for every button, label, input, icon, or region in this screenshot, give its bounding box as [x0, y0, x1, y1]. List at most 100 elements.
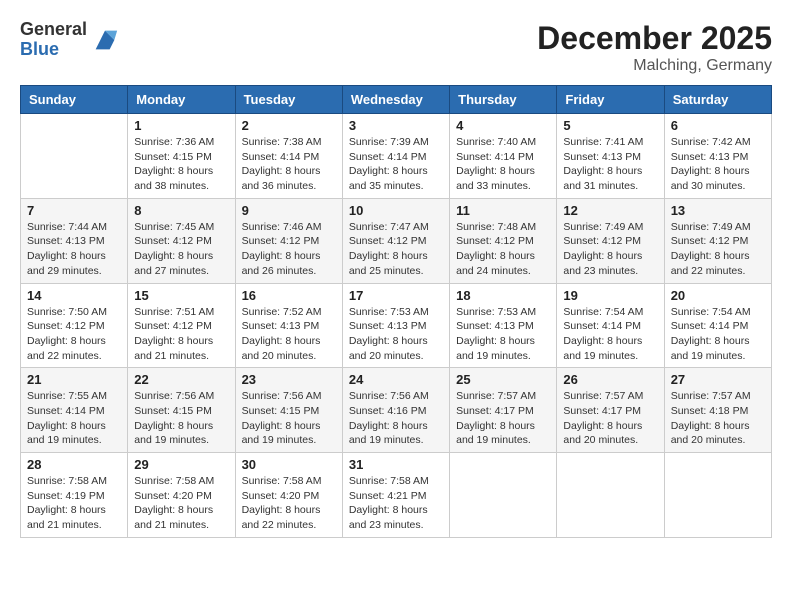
day-info: Sunrise: 7:49 AM Sunset: 4:12 PM Dayligh…: [671, 220, 765, 279]
calendar-cell: [450, 453, 557, 538]
page-header: General Blue December 2025 Malching, Ger…: [20, 20, 772, 75]
month-title: December 2025: [537, 20, 772, 57]
calendar-cell: 25 Sunrise: 7:57 AM Sunset: 4:17 PM Dayli…: [450, 368, 557, 453]
day-number: 22: [134, 372, 228, 387]
weekday-header-thursday: Thursday: [450, 86, 557, 114]
day-info: Sunrise: 7:58 AM Sunset: 4:20 PM Dayligh…: [242, 474, 336, 533]
calendar-cell: 10Sunrise: 7:47 AM Sunset: 4:12 PM Dayli…: [342, 198, 449, 283]
calendar-week-1: 1 Sunrise: 7:36 AM Sunset: 4:15 PM Daylig…: [21, 114, 772, 199]
weekday-header-wednesday: Wednesday: [342, 86, 449, 114]
calendar-cell: 31 Sunrise: 7:58 AM Sunset: 4:21 PM Dayli…: [342, 453, 449, 538]
logo-general: General: [20, 20, 87, 40]
weekday-header-tuesday: Tuesday: [235, 86, 342, 114]
calendar-week-3: 14 Sunrise: 7:50 AM Sunset: 4:12 PM Dayli…: [21, 283, 772, 368]
calendar-cell: 23Sunrise: 7:56 AM Sunset: 4:15 PM Dayli…: [235, 368, 342, 453]
weekday-header-friday: Friday: [557, 86, 664, 114]
day-info: Sunrise: 7:47 AM Sunset: 4:12 PM Dayligh…: [349, 220, 443, 279]
day-info: Sunrise: 7:49 AM Sunset: 4:12 PM Dayligh…: [563, 220, 657, 279]
calendar-cell: 17 Sunrise: 7:53 AM Sunset: 4:13 PM Dayli…: [342, 283, 449, 368]
day-info: Sunrise: 7:56 AM Sunset: 4:16 PM Dayligh…: [349, 389, 443, 448]
day-number: 11: [456, 203, 550, 218]
day-info: Sunrise: 7:39 AM Sunset: 4:14 PM Dayligh…: [349, 135, 443, 194]
calendar-cell: [557, 453, 664, 538]
day-info: Sunrise: 7:54 AM Sunset: 4:14 PM Dayligh…: [563, 305, 657, 364]
day-number: 9: [242, 203, 336, 218]
day-info: Sunrise: 7:54 AM Sunset: 4:14 PM Dayligh…: [671, 305, 765, 364]
day-number: 7: [27, 203, 121, 218]
calendar-cell: 2Sunrise: 7:38 AM Sunset: 4:14 PM Daylig…: [235, 114, 342, 199]
calendar-cell: 26Sunrise: 7:57 AM Sunset: 4:17 PM Dayli…: [557, 368, 664, 453]
day-info: Sunrise: 7:42 AM Sunset: 4:13 PM Dayligh…: [671, 135, 765, 194]
weekday-header-monday: Monday: [128, 86, 235, 114]
calendar-cell: 28 Sunrise: 7:58 AM Sunset: 4:19 PM Dayli…: [21, 453, 128, 538]
day-number: 27: [671, 372, 765, 387]
calendar-cell: 11Sunrise: 7:48 AM Sunset: 4:12 PM Dayli…: [450, 198, 557, 283]
calendar-cell: 13 Sunrise: 7:49 AM Sunset: 4:12 PM Dayli…: [664, 198, 771, 283]
day-info: Sunrise: 7:38 AM Sunset: 4:14 PM Dayligh…: [242, 135, 336, 194]
day-info: Sunrise: 7:58 AM Sunset: 4:20 PM Dayligh…: [134, 474, 228, 533]
logo-blue: Blue: [20, 40, 87, 60]
day-info: Sunrise: 7:58 AM Sunset: 4:19 PM Dayligh…: [27, 474, 121, 533]
calendar-cell: 9 Sunrise: 7:46 AM Sunset: 4:12 PM Daylig…: [235, 198, 342, 283]
calendar-week-4: 21Sunrise: 7:55 AM Sunset: 4:14 PM Dayli…: [21, 368, 772, 453]
day-info: Sunrise: 7:58 AM Sunset: 4:21 PM Dayligh…: [349, 474, 443, 533]
day-info: Sunrise: 7:57 AM Sunset: 4:18 PM Dayligh…: [671, 389, 765, 448]
logo-icon: [91, 26, 119, 54]
day-info: Sunrise: 7:53 AM Sunset: 4:13 PM Dayligh…: [349, 305, 443, 364]
day-number: 13: [671, 203, 765, 218]
day-info: Sunrise: 7:36 AM Sunset: 4:15 PM Dayligh…: [134, 135, 228, 194]
calendar-cell: 14 Sunrise: 7:50 AM Sunset: 4:12 PM Dayli…: [21, 283, 128, 368]
day-info: Sunrise: 7:44 AM Sunset: 4:13 PM Dayligh…: [27, 220, 121, 279]
day-number: 1: [134, 118, 228, 133]
calendar-cell: 24Sunrise: 7:56 AM Sunset: 4:16 PM Dayli…: [342, 368, 449, 453]
calendar-cell: 12Sunrise: 7:49 AM Sunset: 4:12 PM Dayli…: [557, 198, 664, 283]
calendar-cell: 18 Sunrise: 7:53 AM Sunset: 4:13 PM Dayli…: [450, 283, 557, 368]
calendar-header-row: SundayMondayTuesdayWednesdayThursdayFrid…: [21, 86, 772, 114]
calendar-cell: 5 Sunrise: 7:41 AM Sunset: 4:13 PM Daylig…: [557, 114, 664, 199]
day-info: Sunrise: 7:41 AM Sunset: 4:13 PM Dayligh…: [563, 135, 657, 194]
day-number: 18: [456, 288, 550, 303]
day-info: Sunrise: 7:50 AM Sunset: 4:12 PM Dayligh…: [27, 305, 121, 364]
calendar-cell: 4Sunrise: 7:40 AM Sunset: 4:14 PM Daylig…: [450, 114, 557, 199]
day-number: 15: [134, 288, 228, 303]
day-number: 23: [242, 372, 336, 387]
day-number: 29: [134, 457, 228, 472]
day-number: 25: [456, 372, 550, 387]
day-info: Sunrise: 7:46 AM Sunset: 4:12 PM Dayligh…: [242, 220, 336, 279]
calendar-cell: 3 Sunrise: 7:39 AM Sunset: 4:14 PM Daylig…: [342, 114, 449, 199]
calendar-cell: 1 Sunrise: 7:36 AM Sunset: 4:15 PM Daylig…: [128, 114, 235, 199]
logo: General Blue: [20, 20, 119, 60]
calendar-cell: 19 Sunrise: 7:54 AM Sunset: 4:14 PM Dayli…: [557, 283, 664, 368]
calendar-week-5: 28 Sunrise: 7:58 AM Sunset: 4:19 PM Dayli…: [21, 453, 772, 538]
day-info: Sunrise: 7:51 AM Sunset: 4:12 PM Dayligh…: [134, 305, 228, 364]
day-info: Sunrise: 7:53 AM Sunset: 4:13 PM Dayligh…: [456, 305, 550, 364]
day-number: 20: [671, 288, 765, 303]
day-info: Sunrise: 7:57 AM Sunset: 4:17 PM Dayligh…: [456, 389, 550, 448]
calendar-cell: 6 Sunrise: 7:42 AM Sunset: 4:13 PM Daylig…: [664, 114, 771, 199]
day-info: Sunrise: 7:56 AM Sunset: 4:15 PM Dayligh…: [134, 389, 228, 448]
day-number: 28: [27, 457, 121, 472]
day-number: 14: [27, 288, 121, 303]
day-number: 3: [349, 118, 443, 133]
title-block: December 2025 Malching, Germany: [537, 20, 772, 75]
calendar-cell: [664, 453, 771, 538]
calendar-cell: 15 Sunrise: 7:51 AM Sunset: 4:12 PM Dayli…: [128, 283, 235, 368]
calendar-table: SundayMondayTuesdayWednesdayThursdayFrid…: [20, 85, 772, 538]
calendar-week-2: 7 Sunrise: 7:44 AM Sunset: 4:13 PM Daylig…: [21, 198, 772, 283]
day-number: 31: [349, 457, 443, 472]
calendar-cell: [21, 114, 128, 199]
calendar-cell: 30Sunrise: 7:58 AM Sunset: 4:20 PM Dayli…: [235, 453, 342, 538]
calendar-cell: 7 Sunrise: 7:44 AM Sunset: 4:13 PM Daylig…: [21, 198, 128, 283]
day-number: 16: [242, 288, 336, 303]
calendar-cell: 20 Sunrise: 7:54 AM Sunset: 4:14 PM Dayli…: [664, 283, 771, 368]
day-info: Sunrise: 7:55 AM Sunset: 4:14 PM Dayligh…: [27, 389, 121, 448]
day-number: 19: [563, 288, 657, 303]
weekday-header-sunday: Sunday: [21, 86, 128, 114]
day-number: 5: [563, 118, 657, 133]
day-number: 6: [671, 118, 765, 133]
day-number: 17: [349, 288, 443, 303]
calendar-cell: 29 Sunrise: 7:58 AM Sunset: 4:20 PM Dayli…: [128, 453, 235, 538]
day-number: 8: [134, 203, 228, 218]
calendar-cell: 27 Sunrise: 7:57 AM Sunset: 4:18 PM Dayli…: [664, 368, 771, 453]
calendar-cell: 21Sunrise: 7:55 AM Sunset: 4:14 PM Dayli…: [21, 368, 128, 453]
